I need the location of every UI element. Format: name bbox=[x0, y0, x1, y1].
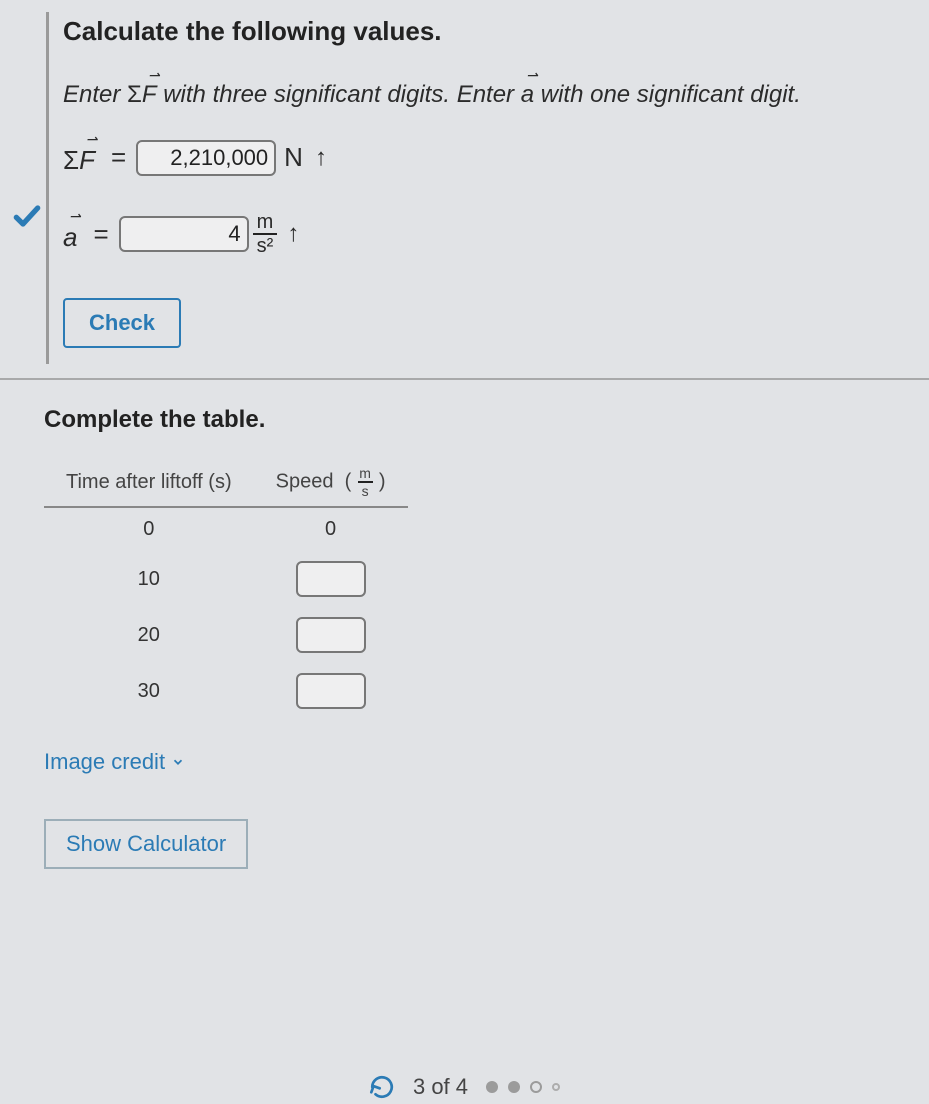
image-credit-toggle[interactable]: Image credit bbox=[44, 749, 185, 775]
section-heading: Calculate the following values. bbox=[63, 16, 909, 47]
section2-heading: Complete the table. bbox=[44, 406, 909, 434]
refresh-icon[interactable] bbox=[369, 1074, 395, 1100]
equation-a: ⇀a = m s² ↑ bbox=[63, 212, 909, 256]
speed-input[interactable] bbox=[296, 673, 366, 709]
pager-dot bbox=[486, 1081, 498, 1093]
show-calculator-button[interactable]: Show Calculator bbox=[44, 819, 248, 869]
check-button[interactable]: Check bbox=[63, 298, 181, 348]
pager-footer: 3 of 4 bbox=[0, 1074, 929, 1100]
acceleration-input[interactable] bbox=[119, 216, 249, 252]
time-cell: 20 bbox=[44, 607, 254, 663]
speed-cell: 0 bbox=[254, 507, 408, 551]
up-arrow-icon: ↑ bbox=[287, 220, 299, 248]
time-cell: 10 bbox=[44, 551, 254, 607]
table-row: 30 bbox=[44, 663, 408, 719]
section-divider bbox=[0, 378, 929, 380]
chevron-down-icon bbox=[171, 755, 185, 769]
speed-input[interactable] bbox=[296, 561, 366, 597]
pager-text: 3 of 4 bbox=[413, 1074, 468, 1100]
col-speed-header: Speed (ms) bbox=[254, 462, 408, 507]
acceleration-unit: m s² bbox=[253, 212, 278, 256]
correct-checkmark bbox=[8, 12, 46, 364]
speed-table: Time after liftoff (s) Speed (ms) 0 0 10 bbox=[44, 462, 408, 719]
instruction-text: Enter Σ⇀F with three significant digits.… bbox=[63, 75, 909, 109]
time-cell: 30 bbox=[44, 663, 254, 719]
sigma-f-input[interactable] bbox=[136, 140, 276, 176]
pager-dot bbox=[508, 1081, 520, 1093]
table-row: 20 bbox=[44, 607, 408, 663]
sigma-f-unit: N bbox=[284, 142, 303, 173]
speed-input[interactable] bbox=[296, 617, 366, 653]
pager-dot bbox=[552, 1083, 560, 1091]
pager-dot-current bbox=[530, 1081, 542, 1093]
up-arrow-icon: ↑ bbox=[315, 144, 327, 172]
time-cell: 0 bbox=[44, 507, 254, 551]
equation-sigma-f: Σ⇀F = N ↑ bbox=[63, 139, 909, 176]
pager-dots bbox=[486, 1081, 560, 1093]
table-row: 0 0 bbox=[44, 507, 408, 551]
col-time-header: Time after liftoff (s) bbox=[44, 462, 254, 507]
table-row: 10 bbox=[44, 551, 408, 607]
